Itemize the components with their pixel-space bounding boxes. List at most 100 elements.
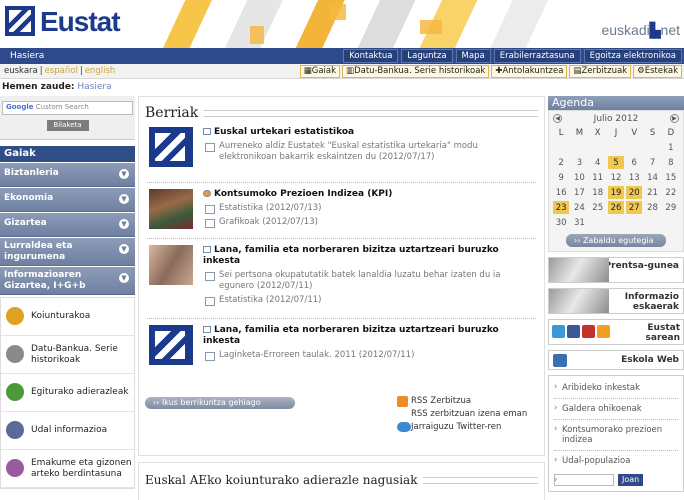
quick-link-databank[interactable]: Datu-Bankua. Serie historikoak (1, 336, 134, 374)
news-item-desc[interactable]: Sei pertsona okupatutatik batek lanaldia… (203, 270, 536, 292)
lang-english[interactable]: english (83, 66, 118, 76)
school-web-link[interactable]: Eskola Web (548, 350, 684, 370)
indicators-header: Euskal AEko koiunturako adierazle nagusi… (139, 463, 544, 487)
link-faq[interactable]: Galdera ohikoenak (554, 399, 678, 420)
youtube-icon[interactable] (582, 325, 595, 338)
quick-link-label: Emakume eta gizonen arteko berdintasuna (31, 457, 132, 479)
calendar-day[interactable]: 22 (663, 186, 679, 199)
calendar-day[interactable]: 29 (663, 201, 679, 214)
go-button[interactable]: Joan (618, 474, 644, 486)
calendar-day[interactable]: 5 (607, 156, 625, 169)
tab-e-office[interactable]: Egoitza elektronikoa (583, 49, 682, 63)
search-input[interactable]: Google Custom Search (2, 101, 133, 115)
eustat-thumb[interactable] (149, 127, 193, 167)
calendar-day[interactable]: 23 (553, 201, 570, 214)
calendar-day[interactable]: 9 (553, 171, 569, 184)
calendar-day[interactable]: 15 (663, 171, 679, 184)
calendar-day[interactable]: 2 (553, 156, 569, 169)
weekday-label: L (558, 128, 564, 138)
link-cpi[interactable]: Kontsumorako prezioen indizea (554, 420, 678, 451)
news-item-title[interactable]: Lana, familia eta norberaren bizitza uzt… (203, 325, 536, 347)
press-room-link[interactable]: Prentsa-gunea (548, 257, 684, 283)
next-month-icon[interactable]: ▶ (669, 114, 679, 123)
calendar-day[interactable]: 26 (607, 201, 625, 214)
calendar-day[interactable]: 18 (590, 186, 606, 199)
calendar-day[interactable]: 31 (571, 216, 587, 229)
tab-map[interactable]: Mapa (455, 49, 491, 63)
calendar-day[interactable]: 12 (608, 171, 624, 184)
news-photo[interactable] (149, 189, 193, 229)
calendar-day[interactable]: 16 (553, 186, 569, 199)
calendar-day[interactable]: 3 (571, 156, 587, 169)
calendar-day[interactable]: 6 (626, 156, 642, 169)
calendar-day[interactable]: 8 (663, 156, 679, 169)
slideshare-icon[interactable] (597, 325, 610, 338)
quick-link-conjuncture[interactable]: Koiunturakoa (1, 298, 134, 336)
news-item-title[interactable]: Lana, familia eta norberaren bizitza uzt… (203, 245, 536, 267)
tool-links[interactable]: ⚙Estekak (633, 65, 682, 78)
news-item-title[interactable]: Euskal urtekari estatistikoa (203, 127, 536, 138)
calendar-day[interactable]: 10 (571, 171, 587, 184)
calendar-day[interactable]: 24 (571, 201, 587, 214)
facebook-icon[interactable] (567, 325, 580, 338)
calendar-day[interactable]: 11 (590, 171, 606, 184)
calendar-day[interactable]: 4 (590, 156, 606, 169)
quick-link-equality[interactable]: Emakume eta gizonen arteko berdintasuna (1, 450, 134, 488)
calendar-day[interactable]: 30 (553, 216, 569, 229)
tab-accessibility[interactable]: Erabilerraztasuna (493, 49, 581, 63)
brand-name[interactable]: Eustat (40, 6, 121, 38)
eustat-logo-icon[interactable] (3, 4, 37, 38)
topic-society[interactable]: Gizartea ▼ (0, 213, 135, 237)
calendar-day[interactable]: 7 (644, 156, 660, 169)
tool-services[interactable]: ▤Zerbitzuak (569, 65, 632, 78)
news-item-link[interactable]: Estatistika (2012/07/13) (203, 203, 536, 214)
calendar-day[interactable]: 1 (663, 141, 679, 154)
calendar-day[interactable]: 19 (607, 186, 625, 199)
calendar-day[interactable]: 25 (590, 201, 606, 214)
twitter-icon[interactable] (552, 325, 565, 338)
breadcrumb-home[interactable]: Hasiera (77, 82, 111, 92)
topic-territory[interactable]: Lurraldea eta ingurumena ▼ (0, 238, 135, 266)
tool-organization[interactable]: ✚Antolakuntzea (491, 65, 568, 78)
twitter-link[interactable]: Jarraiguzu Twitter-ren (397, 421, 527, 434)
calendar-day[interactable]: 13 (626, 171, 642, 184)
quick-links-right: Aribideko inkestak Galdera ohikoenak Kon… (548, 375, 684, 492)
tool-topics[interactable]: ▦Gaiak (299, 65, 341, 78)
news-photo[interactable] (149, 245, 193, 285)
home-link[interactable]: Hasiera (10, 51, 44, 61)
portal-name: euskadi (601, 22, 650, 38)
municipality-input[interactable] (554, 474, 614, 486)
euskadi-net-logo[interactable]: euskadi▙net (601, 22, 680, 39)
lang-euskara[interactable]: euskara (2, 66, 40, 76)
calendar-day[interactable]: 17 (571, 186, 587, 199)
eustat-thumb[interactable] (149, 325, 193, 365)
rss-link[interactable]: RSS Zerbitzua (397, 395, 527, 408)
calendar-day[interactable]: 14 (644, 171, 660, 184)
tool-databank[interactable]: ▥Datu-Bankua. Serie historikoak (342, 65, 490, 78)
quick-link-municipal[interactable]: Udal informazioa (1, 412, 134, 450)
calendar-day[interactable]: 28 (644, 201, 660, 214)
tab-help[interactable]: Laguntza (401, 49, 453, 63)
news-item-desc[interactable]: Aurreneko aldiz Eustatek "Euskal estatis… (203, 141, 536, 163)
calendar-day[interactable]: 27 (626, 201, 643, 214)
info-requests-link[interactable]: Informazio eskaerak (548, 288, 684, 314)
news-item-link[interactable]: Grafikoak (2012/07/13) (203, 217, 536, 228)
news-item-title[interactable]: Kontsumoko Prezioen Indizea (KPI) (203, 189, 536, 200)
more-news-button[interactable]: ›› Ikus berrikuntza gehiago (145, 397, 295, 409)
rss-subscribe-link[interactable]: RSS zerbitzuan izena eman (397, 408, 527, 421)
topic-economy[interactable]: Ekonomia ▼ (0, 188, 135, 212)
news-item-link[interactable]: Estatistika (2012/07/11) (203, 295, 536, 306)
expand-calendar-button[interactable]: ›› Zabaldu egutegia (566, 234, 666, 247)
topic-information-society[interactable]: Informazioaren Gizartea, I+G+b ▼ (0, 267, 135, 295)
tab-contact[interactable]: Kontaktua (343, 49, 399, 63)
topic-population[interactable]: Biztanleria ▼ (0, 163, 135, 187)
lang-espanol[interactable]: español (43, 66, 80, 76)
search-button[interactable]: Bilaketa (46, 120, 89, 131)
quick-link-structural[interactable]: Egiturako adierazleak (1, 374, 134, 412)
link-municipal-population[interactable]: Udal-populazioa (554, 451, 678, 471)
prev-month-icon[interactable]: ◀ (553, 114, 562, 123)
calendar-day[interactable]: 21 (644, 186, 660, 199)
news-item-link[interactable]: Laginketa-Erroreen taulak. 2011 (2012/07… (203, 350, 536, 361)
calendar-day[interactable]: 20 (626, 186, 643, 199)
link-surveys[interactable]: Aribideko inkestak (554, 378, 678, 399)
